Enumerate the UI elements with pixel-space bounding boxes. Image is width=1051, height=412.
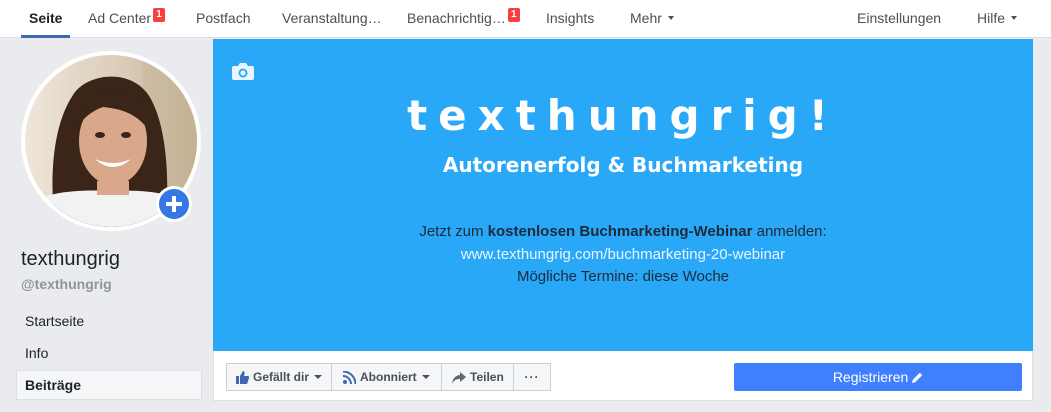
share-arrow-icon — [452, 367, 466, 393]
tab-mehr[interactable]: Mehr — [630, 0, 674, 38]
cover-title: texthungrig! — [407, 91, 839, 140]
page-action-bar: Gefällt dir Abonniert Teilen ··· Registr… — [213, 351, 1033, 401]
cover-url: www.texthungrig.com/buchmarketing-20-web… — [460, 246, 786, 263]
tab-ad-center-label: Ad Center — [88, 10, 152, 26]
sidebar-item-label: Beiträge — [25, 377, 82, 393]
sidebar-item-startseite[interactable]: Startseite — [16, 306, 202, 336]
thumbs-up-icon — [236, 367, 249, 393]
help-menu[interactable]: Hilfe — [977, 0, 1018, 38]
like-button[interactable]: Gefällt dir — [226, 363, 332, 391]
tab-seite-label: Seite — [29, 10, 63, 26]
register-button-label: Registrieren — [832, 369, 909, 385]
tab-insights-label: Insights — [546, 10, 595, 26]
cover-line1-suffix: anmelden: — [756, 223, 827, 240]
tab-ad-center[interactable]: Ad Center 1 — [88, 0, 166, 38]
tab-mehr-label: Mehr — [630, 10, 662, 26]
cover-dates: Mögliche Termine: diese Woche — [516, 268, 730, 285]
sidebar-item-label: Info — [25, 345, 49, 361]
pencil-icon — [912, 369, 923, 385]
follow-button-label: Abonniert — [360, 370, 417, 384]
camera-icon[interactable] — [232, 62, 254, 85]
tab-benachrichtigungen[interactable]: Benachrichtig… 1 — [407, 0, 520, 38]
cover-line1-prefix: Jetzt zum — [419, 223, 484, 240]
tab-veranstaltungen[interactable]: Veranstaltung… — [282, 0, 382, 38]
page-top-navigation: Seite Ad Center 1 Postfach Veranstaltung…… — [0, 0, 1051, 38]
tab-postfach-label: Postfach — [196, 10, 251, 26]
more-options-button[interactable]: ··· — [513, 363, 551, 391]
sidebar-item-beitraege[interactable]: Beiträge — [16, 370, 202, 400]
follow-button[interactable]: Abonniert — [331, 363, 442, 391]
settings-label: Einstellungen — [857, 10, 942, 26]
plus-icon — [159, 189, 189, 219]
cover-webinar-line: Jetzt zum kostenlosen Buchmarketing-Webi… — [213, 223, 1033, 240]
settings-link[interactable]: Einstellungen — [857, 0, 941, 38]
tab-veranstaltungen-label: Veranstaltung… — [282, 10, 382, 26]
share-button[interactable]: Teilen — [441, 363, 514, 391]
register-button[interactable]: Registrieren — [734, 363, 1022, 391]
chevron-down-icon — [314, 375, 323, 379]
notifications-badge: 1 — [507, 8, 520, 22]
sidebar-item-label: Startseite — [25, 313, 85, 329]
chevron-down-icon — [1011, 16, 1018, 20]
more-options-label: ··· — [524, 370, 540, 384]
page-name: texthungrig — [21, 248, 120, 270]
page-handle[interactable]: @texthungrig — [21, 276, 112, 292]
chevron-down-icon — [667, 16, 674, 20]
cover-subtitle: Autorenerfolg & Buchmarketing — [442, 153, 804, 177]
rss-icon — [342, 367, 357, 393]
help-label: Hilfe — [977, 10, 1006, 26]
share-button-label: Teilen — [470, 370, 504, 384]
like-button-label: Gefällt dir — [253, 370, 310, 384]
tab-insights[interactable]: Insights — [546, 0, 594, 38]
cover-photo: texthungrig! Autorenerfolg & Buchmarketi… — [213, 39, 1033, 351]
tab-seite[interactable]: Seite — [20, 0, 72, 38]
ad-center-badge: 1 — [153, 8, 166, 22]
sidebar-item-info[interactable]: Info — [16, 338, 202, 368]
tab-postfach[interactable]: Postfach — [196, 0, 250, 38]
chevron-down-icon — [421, 375, 430, 379]
add-profile-photo-button[interactable] — [156, 186, 192, 222]
tab-benachrichtigungen-label: Benachrichtig… — [407, 10, 506, 26]
cover-line1-bold: kostenlosen Buchmarketing-Webinar — [487, 223, 753, 240]
